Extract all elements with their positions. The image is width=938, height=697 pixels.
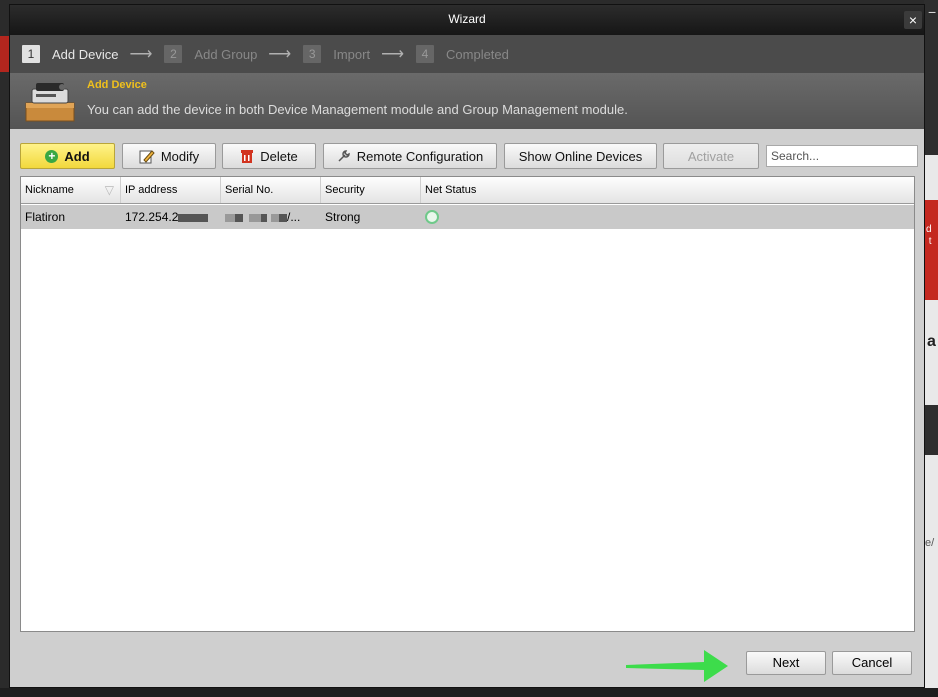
step-arrow-icon: ⟶ <box>268 46 292 63</box>
show-online-devices-button[interactable]: Show Online Devices <box>504 143 657 169</box>
column-label: Security <box>325 184 365 196</box>
plus-icon: + <box>45 149 59 163</box>
redaction-mask <box>279 213 287 222</box>
cell-nickname: Flatiron <box>25 210 66 224</box>
redaction-mask <box>225 213 235 222</box>
column-label: Nickname <box>25 184 74 196</box>
minimize-icon[interactable]: − <box>928 4 936 20</box>
edit-icon <box>139 150 155 164</box>
show-online-devices-label: Show Online Devices <box>518 148 643 164</box>
activate-button[interactable]: Activate <box>663 143 759 169</box>
step-add-group: 2 Add Group <box>164 45 257 63</box>
wrench-icon <box>338 150 350 162</box>
green-arrow-icon <box>626 650 728 682</box>
column-label: IP address <box>125 184 178 196</box>
step-number: 4 <box>416 45 435 63</box>
info-title: Add Device <box>87 79 147 91</box>
device-table: Nickname ▽ IP address Serial No. Securit… <box>20 176 915 632</box>
footer: Next Cancel <box>10 635 924 687</box>
redaction-mask <box>249 213 261 222</box>
cancel-button-label: Cancel <box>851 655 893 670</box>
trash-icon <box>241 150 254 163</box>
device-box-icon <box>25 83 75 122</box>
column-header-ip-address[interactable]: IP address <box>121 177 221 203</box>
close-button[interactable]: × <box>904 11 922 29</box>
step-arrow-icon: ⟶ <box>381 46 405 63</box>
step-add-device: 1 Add Device <box>22 45 118 63</box>
table-row[interactable]: Flatiron 172.254.2 /... Strong <box>21 205 914 229</box>
cancel-button[interactable]: Cancel <box>832 651 912 675</box>
column-label: Net Status <box>425 184 477 196</box>
step-number: 1 <box>22 45 40 63</box>
serial-text: /... <box>287 210 301 224</box>
sort-icon[interactable]: ▽ <box>105 177 114 203</box>
step-completed: 4 Completed <box>416 45 509 63</box>
step-label: Add Group <box>194 46 258 62</box>
delete-button[interactable]: Delete <box>222 143 316 169</box>
activate-button-label: Activate <box>687 148 735 164</box>
cell-serial-no: /... <box>221 205 321 229</box>
step-label: Completed <box>446 46 509 62</box>
info-banner: Add Device You can add the device in bot… <box>10 73 924 129</box>
redaction-mask <box>271 213 279 222</box>
step-label: Add Device <box>52 46 119 62</box>
ip-text: 172.254.2 <box>125 210 179 224</box>
cell-security: Strong <box>325 210 361 224</box>
redaction-mask <box>235 213 243 222</box>
search-input[interactable] <box>766 145 918 167</box>
column-header-security[interactable]: Security <box>321 177 421 203</box>
step-number: 3 <box>303 45 322 63</box>
modify-button-label: Modify <box>160 148 200 164</box>
next-button[interactable]: Next <box>746 651 826 675</box>
wizard-steps: 1 Add Device ⟶ 2 Add Group ⟶ 3 Import ⟶ … <box>10 35 924 73</box>
background-text-fragment: e/ <box>925 537 935 549</box>
column-label: Serial No. <box>225 184 274 196</box>
online-icon <box>425 210 439 224</box>
add-button-label: Add <box>64 148 90 164</box>
wizard-dialog: Wizard × 1 Add Device ⟶ 2 Add Group ⟶ 3 … <box>9 4 925 688</box>
cell-ip-address: 172.254.2 <box>121 205 221 229</box>
column-header-net-status[interactable]: Net Status <box>421 177 914 203</box>
background-red-block: d t <box>924 200 938 300</box>
step-arrow-icon: ⟶ <box>129 46 153 63</box>
delete-button-label: Delete <box>260 148 298 164</box>
remote-configuration-label: Remote Configuration <box>356 148 484 164</box>
background-right-panel: − d t a e/ <box>924 0 938 697</box>
column-header-nickname[interactable]: Nickname ▽ <box>21 177 121 203</box>
close-icon: × <box>908 12 918 28</box>
background-bottom-bar <box>0 688 938 697</box>
step-import: 3 Import <box>303 45 370 63</box>
next-button-label: Next <box>772 655 800 670</box>
toolbar: + Add Modify Delete Remote Configuration <box>10 143 924 171</box>
add-button[interactable]: + Add <box>20 143 115 169</box>
step-label: Import <box>333 46 371 62</box>
window-title: Wizard <box>448 12 486 26</box>
redaction-mask <box>178 213 209 222</box>
step-number: 2 <box>164 45 183 63</box>
info-description: You can add the device in both Device Ma… <box>87 102 628 117</box>
redaction-mask <box>261 213 267 222</box>
column-header-serial-no[interactable]: Serial No. <box>221 177 321 203</box>
title-bar[interactable]: Wizard × <box>10 5 924 35</box>
remote-configuration-button[interactable]: Remote Configuration <box>323 143 497 169</box>
modify-button[interactable]: Modify <box>122 143 216 169</box>
table-header: Nickname ▽ IP address Serial No. Securit… <box>21 177 914 204</box>
background-letter: a <box>927 333 936 350</box>
